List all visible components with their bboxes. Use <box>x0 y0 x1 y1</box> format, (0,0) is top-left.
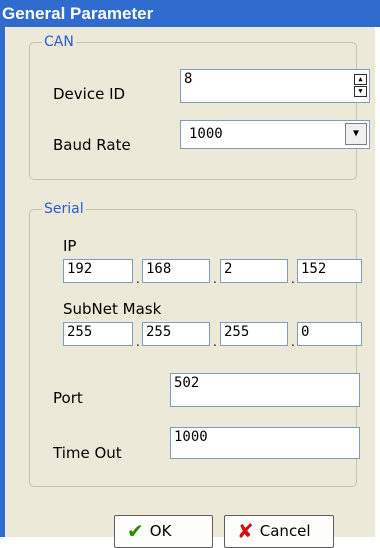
x-icon: ✘ <box>237 519 254 543</box>
subnet-separator: . <box>213 335 217 349</box>
ip-separator: . <box>291 272 295 286</box>
subnet-octet-1[interactable]: 255 <box>63 322 133 346</box>
cancel-button[interactable]: ✘ Cancel <box>224 515 334 548</box>
subnet-octet-3[interactable]: 255 <box>220 322 288 346</box>
baud-rate-value: 1000 <box>189 126 223 142</box>
ip-octet-2[interactable]: 168 <box>142 259 210 283</box>
can-group-caption: CAN <box>42 32 76 52</box>
device-id-spin-buttons: ▲ ▼ <box>354 74 367 98</box>
port-label: Port <box>53 389 83 407</box>
baud-rate-label: Baud Rate <box>53 136 131 154</box>
device-id-value: 8 <box>184 71 193 87</box>
subnet-separator: . <box>136 335 140 349</box>
timeout-label: Time Out <box>53 444 122 462</box>
ip-octet-4[interactable]: 152 <box>297 259 362 283</box>
baud-rate-select[interactable]: 1000 ▼ <box>180 120 370 149</box>
ip-octet-1[interactable]: 192 <box>63 259 133 283</box>
window-title: General Parameter <box>2 4 154 23</box>
ip-octet-3[interactable]: 2 <box>220 259 288 283</box>
dropdown-arrow-icon[interactable]: ▼ <box>345 123 367 145</box>
ok-button[interactable]: ✔ OK <box>114 515 213 548</box>
dialog-body: CAN Device ID 8 ▲ ▼ Baud Rate 1000 ▼ Ser… <box>5 27 375 548</box>
spin-down-icon[interactable]: ▼ <box>354 86 367 97</box>
subnet-octet-4[interactable]: 0 <box>297 322 362 346</box>
cancel-button-label: Cancel <box>259 522 311 540</box>
subnet-separator: . <box>291 335 295 349</box>
checkmark-icon: ✔ <box>127 519 144 543</box>
ip-separator: . <box>136 272 140 286</box>
title-bar[interactable]: General Parameter <box>0 0 380 27</box>
can-group: CAN <box>29 32 357 180</box>
port-input[interactable]: 502 <box>170 373 360 407</box>
subnet-octet-2[interactable]: 255 <box>142 322 210 346</box>
serial-group-caption: Serial <box>42 199 86 219</box>
device-id-spinner[interactable]: 8 ▲ ▼ <box>180 69 370 103</box>
timeout-input[interactable]: 1000 <box>170 427 360 459</box>
subnet-mask-label: SubNet Mask <box>63 300 162 318</box>
ip-separator: . <box>213 272 217 286</box>
ip-label: IP <box>63 237 77 255</box>
device-id-label: Device ID <box>53 85 126 103</box>
spin-up-icon[interactable]: ▲ <box>354 74 367 85</box>
general-parameter-dialog: General Parameter CAN Device ID 8 ▲ ▼ Ba… <box>0 0 380 548</box>
ok-button-label: OK <box>149 522 172 540</box>
